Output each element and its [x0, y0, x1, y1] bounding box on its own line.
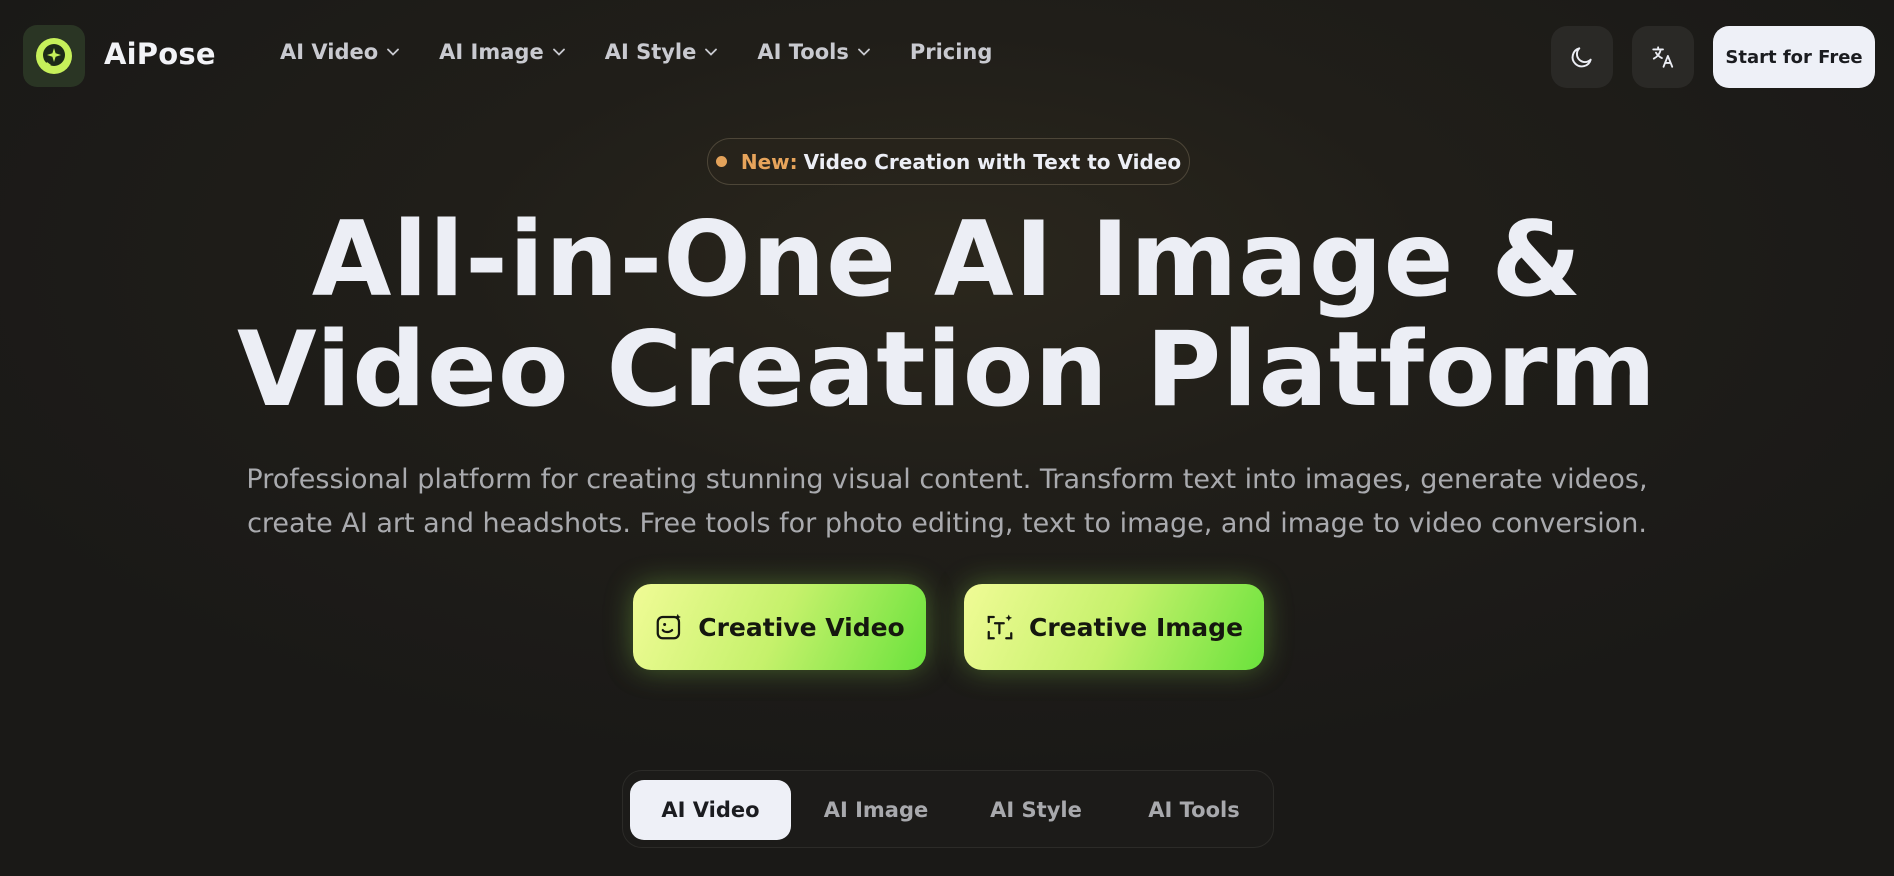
theme-toggle-button[interactable]: [1551, 26, 1613, 88]
translate-icon: [1652, 46, 1674, 68]
nav-ai-style-label: AI Style: [604, 40, 697, 64]
nav-pricing[interactable]: Pricing: [910, 40, 993, 64]
description-line-2: create AI art and headshots. Free tools …: [247, 508, 1647, 539]
announcement-badge[interactable]: New: Video Creation with Text to Video: [707, 138, 1190, 185]
video-sparkle-icon: [656, 613, 682, 640]
aipose-logo[interactable]: [23, 25, 85, 87]
moon-icon: [1571, 47, 1592, 68]
tab-ai-tools[interactable]: AI Tools: [1119, 780, 1269, 840]
nav-ai-video[interactable]: AI Video: [280, 40, 400, 64]
text-to-image-icon: [987, 614, 1013, 640]
start-for-free-button[interactable]: Start for Free: [1713, 26, 1875, 88]
category-tabs: AI Video AI Image AI Style AI Tools: [622, 770, 1274, 848]
hero-description: Professional platform for creating stunn…: [0, 458, 1894, 546]
nav-ai-tools[interactable]: AI Tools: [757, 40, 870, 64]
chevron-down-icon: [387, 48, 400, 56]
language-button[interactable]: [1632, 26, 1694, 88]
badge-dot: [715, 156, 727, 167]
site-header: AiPose AI Video AI Image AI Style AI Too…: [0, 0, 1894, 112]
creative-image-button[interactable]: Creative Image: [964, 584, 1264, 670]
creative-video-label: Creative Video: [698, 612, 905, 642]
tab-ai-image[interactable]: AI Image: [801, 780, 951, 840]
nav-ai-style[interactable]: AI Style: [605, 40, 718, 64]
chevron-down-icon: [552, 48, 565, 56]
hero-headline: All-in-One AI Image & Video Creation Pla…: [0, 205, 1894, 425]
badge-text: Video Creation with Text to Video: [803, 149, 1182, 174]
headline-line-2: Video Creation Platform: [237, 310, 1657, 430]
headline-line-1: All-in-One AI Image &: [311, 200, 1583, 320]
creative-image-label: Creative Image: [1028, 612, 1244, 642]
brand-name[interactable]: AiPose: [104, 37, 216, 71]
description-line-1: Professional platform for creating stunn…: [246, 464, 1648, 495]
creative-video-button[interactable]: Creative Video: [633, 584, 926, 670]
nav-pricing-label: Pricing: [909, 40, 993, 64]
tab-ai-video[interactable]: AI Video: [630, 780, 791, 840]
nav-ai-video-label: AI Video: [280, 40, 379, 64]
badge-new-label: New:: [740, 149, 798, 174]
nav-ai-image-label: AI Image: [439, 40, 544, 64]
main-nav: AI Video AI Image AI Style AI Tools Pric…: [280, 40, 1032, 64]
nav-ai-image[interactable]: AI Image: [439, 40, 565, 64]
tab-ai-style[interactable]: AI Style: [961, 780, 1111, 840]
logo-icon: [36, 38, 72, 74]
chevron-down-icon: [705, 48, 718, 56]
nav-ai-tools-label: AI Tools: [757, 40, 849, 64]
chevron-down-icon: [857, 48, 870, 56]
